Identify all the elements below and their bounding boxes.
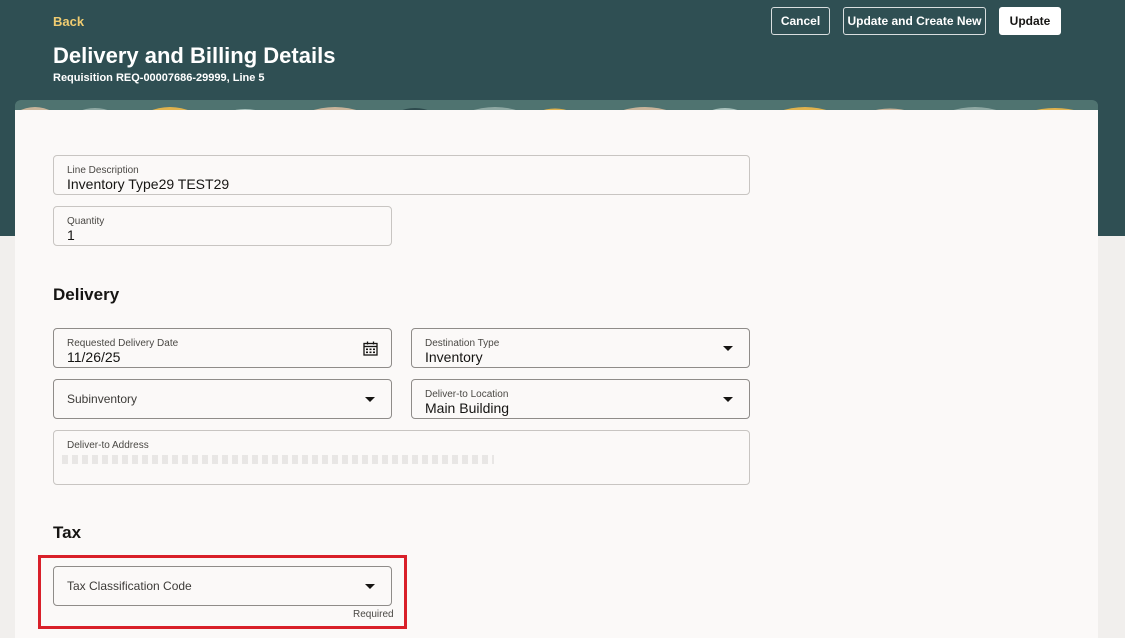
destination-type-select[interactable]: Destination Type Inventory <box>411 328 750 368</box>
calendar-icon[interactable] <box>363 341 378 356</box>
redacted-address <box>62 455 494 464</box>
deliver-to-location-value: Main Building <box>425 400 510 416</box>
highlight-box <box>38 555 407 629</box>
update-and-create-new-button[interactable]: Update and Create New <box>843 7 986 35</box>
delivery-section-title: Delivery <box>53 285 120 304</box>
requested-delivery-date-label: Requested Delivery Date <box>67 338 179 349</box>
chevron-down-icon[interactable] <box>723 397 733 402</box>
back-link[interactable]: Back <box>53 14 84 29</box>
update-button[interactable]: Update <box>999 7 1061 35</box>
subinventory-label: Subinventory <box>67 392 138 406</box>
quantity-label: Quantity <box>67 216 105 227</box>
deliver-to-address-label: Deliver-to Address <box>67 440 149 451</box>
requested-delivery-date-value: 11/26/25 <box>67 349 121 365</box>
tax-section-title: Tax <box>53 523 82 542</box>
chevron-down-icon[interactable] <box>723 346 733 351</box>
line-description-field[interactable]: Line Description Inventory Type29 TEST29 <box>53 155 750 195</box>
destination-type-value: Inventory <box>425 349 483 365</box>
quantity-value: 1 <box>67 227 75 243</box>
line-description-label: Line Description <box>67 165 139 176</box>
page-subtitle: Requisition REQ-00007686-29999, Line 5 <box>53 72 265 84</box>
quantity-field[interactable]: Quantity 1 <box>53 206 392 246</box>
deliver-to-address-field[interactable]: Deliver-to Address <box>53 430 750 485</box>
cancel-button[interactable]: Cancel <box>771 7 830 35</box>
requested-delivery-date-field[interactable]: Requested Delivery Date 11/26/25 <box>53 328 392 368</box>
chevron-down-icon[interactable] <box>365 397 375 402</box>
destination-type-label: Destination Type <box>425 338 500 349</box>
line-description-value: Inventory Type29 TEST29 <box>67 176 230 192</box>
deliver-to-location-label: Deliver-to Location <box>425 389 509 400</box>
page-title: Delivery and Billing Details <box>53 43 336 68</box>
subinventory-select[interactable]: Subinventory <box>53 379 392 419</box>
deliver-to-location-select[interactable]: Deliver-to Location Main Building <box>411 379 750 419</box>
